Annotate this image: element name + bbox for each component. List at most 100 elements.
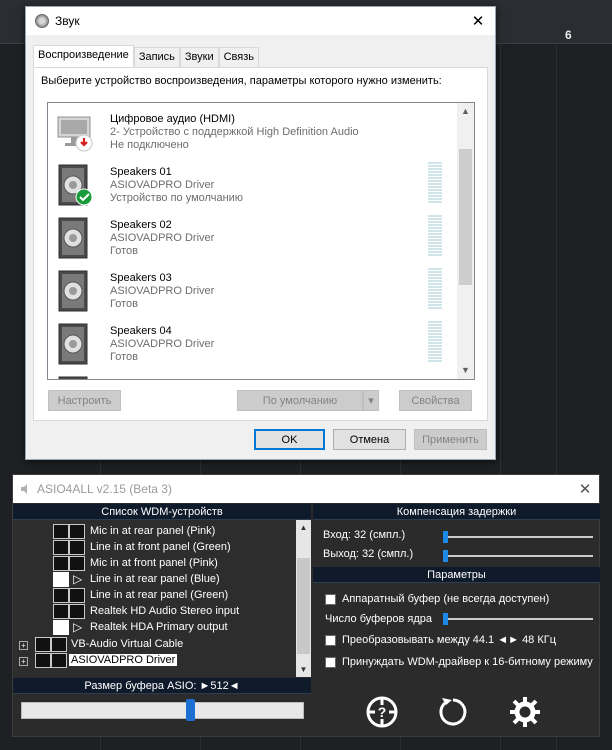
- channels-icon: [69, 604, 85, 619]
- output-latency-row: Выход: 32 (смпл.): [319, 546, 601, 564]
- chevron-down-icon[interactable]: ▾: [363, 390, 379, 411]
- gear-icon[interactable]: [508, 695, 542, 729]
- tab-playback[interactable]: Воспроизведение: [33, 45, 134, 67]
- scroll-up-icon[interactable]: ▲: [457, 103, 474, 120]
- slider-handle[interactable]: [186, 699, 195, 721]
- power-icon[interactable]: [53, 620, 69, 635]
- power-icon[interactable]: [53, 588, 69, 603]
- power-icon[interactable]: [35, 653, 51, 668]
- list-item[interactable]: Speakers 01 ASIOVADPRO Driver Устройство…: [48, 158, 456, 211]
- device-status: Устройство по умолчанию: [110, 192, 244, 204]
- buffer-size-label: Размер буфера ASIO: ►512◄: [13, 678, 311, 694]
- list-item[interactable]: Speakers 03 ASIOVADPRO Driver Готов: [48, 264, 456, 317]
- hw-buffer-option[interactable]: Аппаратный буфер (не всегда доступен): [319, 589, 601, 609]
- properties-button[interactable]: Свойства: [399, 390, 472, 411]
- hw-buffer-checkbox[interactable]: [325, 593, 336, 605]
- wdm-item-label: Line in at rear panel (Green): [90, 589, 229, 601]
- device-driver: ASIOVADPRO Driver: [110, 232, 215, 244]
- expand-icon[interactable]: +: [19, 657, 28, 666]
- list-item[interactable]: + VB-Audio Virtual Cable: [13, 637, 295, 653]
- list-item[interactable]: ▷ Realtek HDA Primary output: [13, 620, 295, 636]
- channels-icon: [51, 653, 67, 668]
- close-button[interactable]: ✕: [461, 7, 495, 35]
- cancel-button[interactable]: Отмена: [333, 429, 406, 450]
- ok-button[interactable]: OK: [254, 429, 325, 450]
- slider-handle[interactable]: [443, 550, 448, 562]
- help-icon[interactable]: ?: [365, 695, 399, 729]
- sound-dialog: Звук ✕ Воспроизведение Запись Звуки Связ…: [25, 6, 496, 460]
- close-button[interactable]: ✕: [571, 480, 599, 498]
- scroll-down-icon[interactable]: ▼: [296, 662, 311, 677]
- device-list[interactable]: Цифровое аудио (HDMI) 2- Устройство с по…: [47, 102, 475, 380]
- list-item[interactable]: Цифровое аудио (HDMI) 2- Устройство с по…: [48, 105, 456, 158]
- list-item[interactable]: Line in at rear panel (Green): [13, 588, 295, 604]
- reset-icon[interactable]: [436, 695, 470, 729]
- speaker-icon: [35, 14, 49, 28]
- list-item[interactable]: Realtek HD Audio Stereo input: [13, 604, 295, 620]
- kernel-buffers-option: Число буферов ядра: [319, 609, 601, 629]
- resample-option[interactable]: Преобразовывать между 44.1 ◄► 48 КГц: [319, 630, 601, 650]
- power-icon[interactable]: [53, 556, 69, 571]
- configure-button[interactable]: Настроить: [48, 390, 121, 411]
- wdm-list-scrollbar[interactable]: ▲ ▼: [296, 520, 311, 677]
- list-item[interactable]: [48, 370, 456, 379]
- speaker-icon: [58, 323, 88, 365]
- output-latency-slider[interactable]: [443, 550, 593, 562]
- list-item[interactable]: Mic in at rear panel (Pink): [13, 524, 295, 540]
- scroll-thumb[interactable]: [297, 558, 310, 654]
- power-icon[interactable]: [53, 604, 69, 619]
- power-icon[interactable]: [53, 572, 69, 587]
- buffer-size-slider[interactable]: [21, 699, 304, 721]
- tab-recording[interactable]: Запись: [133, 47, 180, 67]
- speaker-icon: [58, 164, 93, 206]
- speaker-icon: [58, 217, 88, 259]
- power-icon[interactable]: [53, 524, 69, 539]
- input-latency-slider[interactable]: [443, 531, 593, 543]
- wdm-item-label: Realtek HDA Primary output: [90, 621, 228, 633]
- wdm-item-label: Realtek HD Audio Stereo input: [90, 605, 240, 617]
- device-driver: 2- Устройство с поддержкой High Definiti…: [110, 126, 359, 138]
- list-item[interactable]: + ASIOVADPRO Driver: [13, 653, 295, 669]
- wdm-list-header: Список WDM-устройств: [13, 504, 311, 520]
- wdm-item-label: Mic in at rear panel (Pink): [90, 525, 216, 537]
- speaker-icon: [58, 270, 88, 312]
- apply-button[interactable]: Применить: [414, 429, 487, 450]
- wdm-device-list[interactable]: Mic in at rear panel (Pink) Line in at f…: [13, 520, 311, 677]
- list-item[interactable]: Line in at front panel (Green): [13, 540, 295, 556]
- scroll-thumb[interactable]: [459, 149, 472, 285]
- monitor-icon: [57, 116, 93, 152]
- kernel-buffers-slider[interactable]: [443, 613, 593, 625]
- slider-handle[interactable]: [443, 613, 448, 625]
- slider-handle[interactable]: [443, 531, 448, 543]
- channels-icon: [69, 524, 85, 539]
- force-16bit-checkbox[interactable]: [325, 656, 336, 668]
- device-status: Готов: [110, 351, 138, 363]
- power-icon[interactable]: [53, 540, 69, 555]
- resample-checkbox[interactable]: [325, 634, 336, 646]
- list-item[interactable]: Speakers 04 ASIOVADPRO Driver Готов: [48, 317, 456, 370]
- list-item[interactable]: Mic in at front panel (Pink): [13, 556, 295, 572]
- scroll-up-icon[interactable]: ▲: [296, 520, 311, 535]
- instruction-text: Выберите устройство воспроизведения, пар…: [41, 75, 442, 87]
- device-status: Готов: [110, 298, 138, 310]
- tab-communications[interactable]: Связь: [218, 47, 260, 67]
- tab-sounds[interactable]: Звуки: [179, 47, 219, 67]
- expand-icon[interactable]: +: [19, 641, 28, 650]
- wdm-item-label: Mic in at front panel (Pink): [90, 557, 218, 569]
- asio4all-titlebar[interactable]: ASIO4ALL v2.15 (Beta 3) ✕: [13, 475, 599, 503]
- level-meter: [428, 268, 442, 310]
- device-list-scrollbar[interactable]: ▲ ▼: [457, 103, 474, 379]
- driver-label: ASIOVADPRO Driver: [69, 654, 178, 666]
- force-16bit-option[interactable]: Принуждать WDM-драйвер к 16-битному режи…: [319, 652, 601, 672]
- list-item[interactable]: Speakers 02 ASIOVADPRO Driver Готов: [48, 211, 456, 264]
- asio4all-title: ASIO4ALL v2.15 (Beta 3): [37, 482, 172, 496]
- power-icon[interactable]: [35, 637, 51, 652]
- level-meter: [428, 321, 442, 363]
- set-default-button[interactable]: По умолчанию: [237, 390, 363, 411]
- channels-icon: [69, 556, 85, 571]
- input-latency-row: Вход: 32 (смпл.): [319, 527, 601, 545]
- scroll-down-icon[interactable]: ▼: [457, 362, 474, 379]
- sound-dialog-titlebar[interactable]: Звук ✕: [26, 7, 495, 35]
- list-item[interactable]: ▷ Line in at rear panel (Blue): [13, 572, 295, 588]
- output-latency-label: Выход: 32 (смпл.): [323, 548, 414, 560]
